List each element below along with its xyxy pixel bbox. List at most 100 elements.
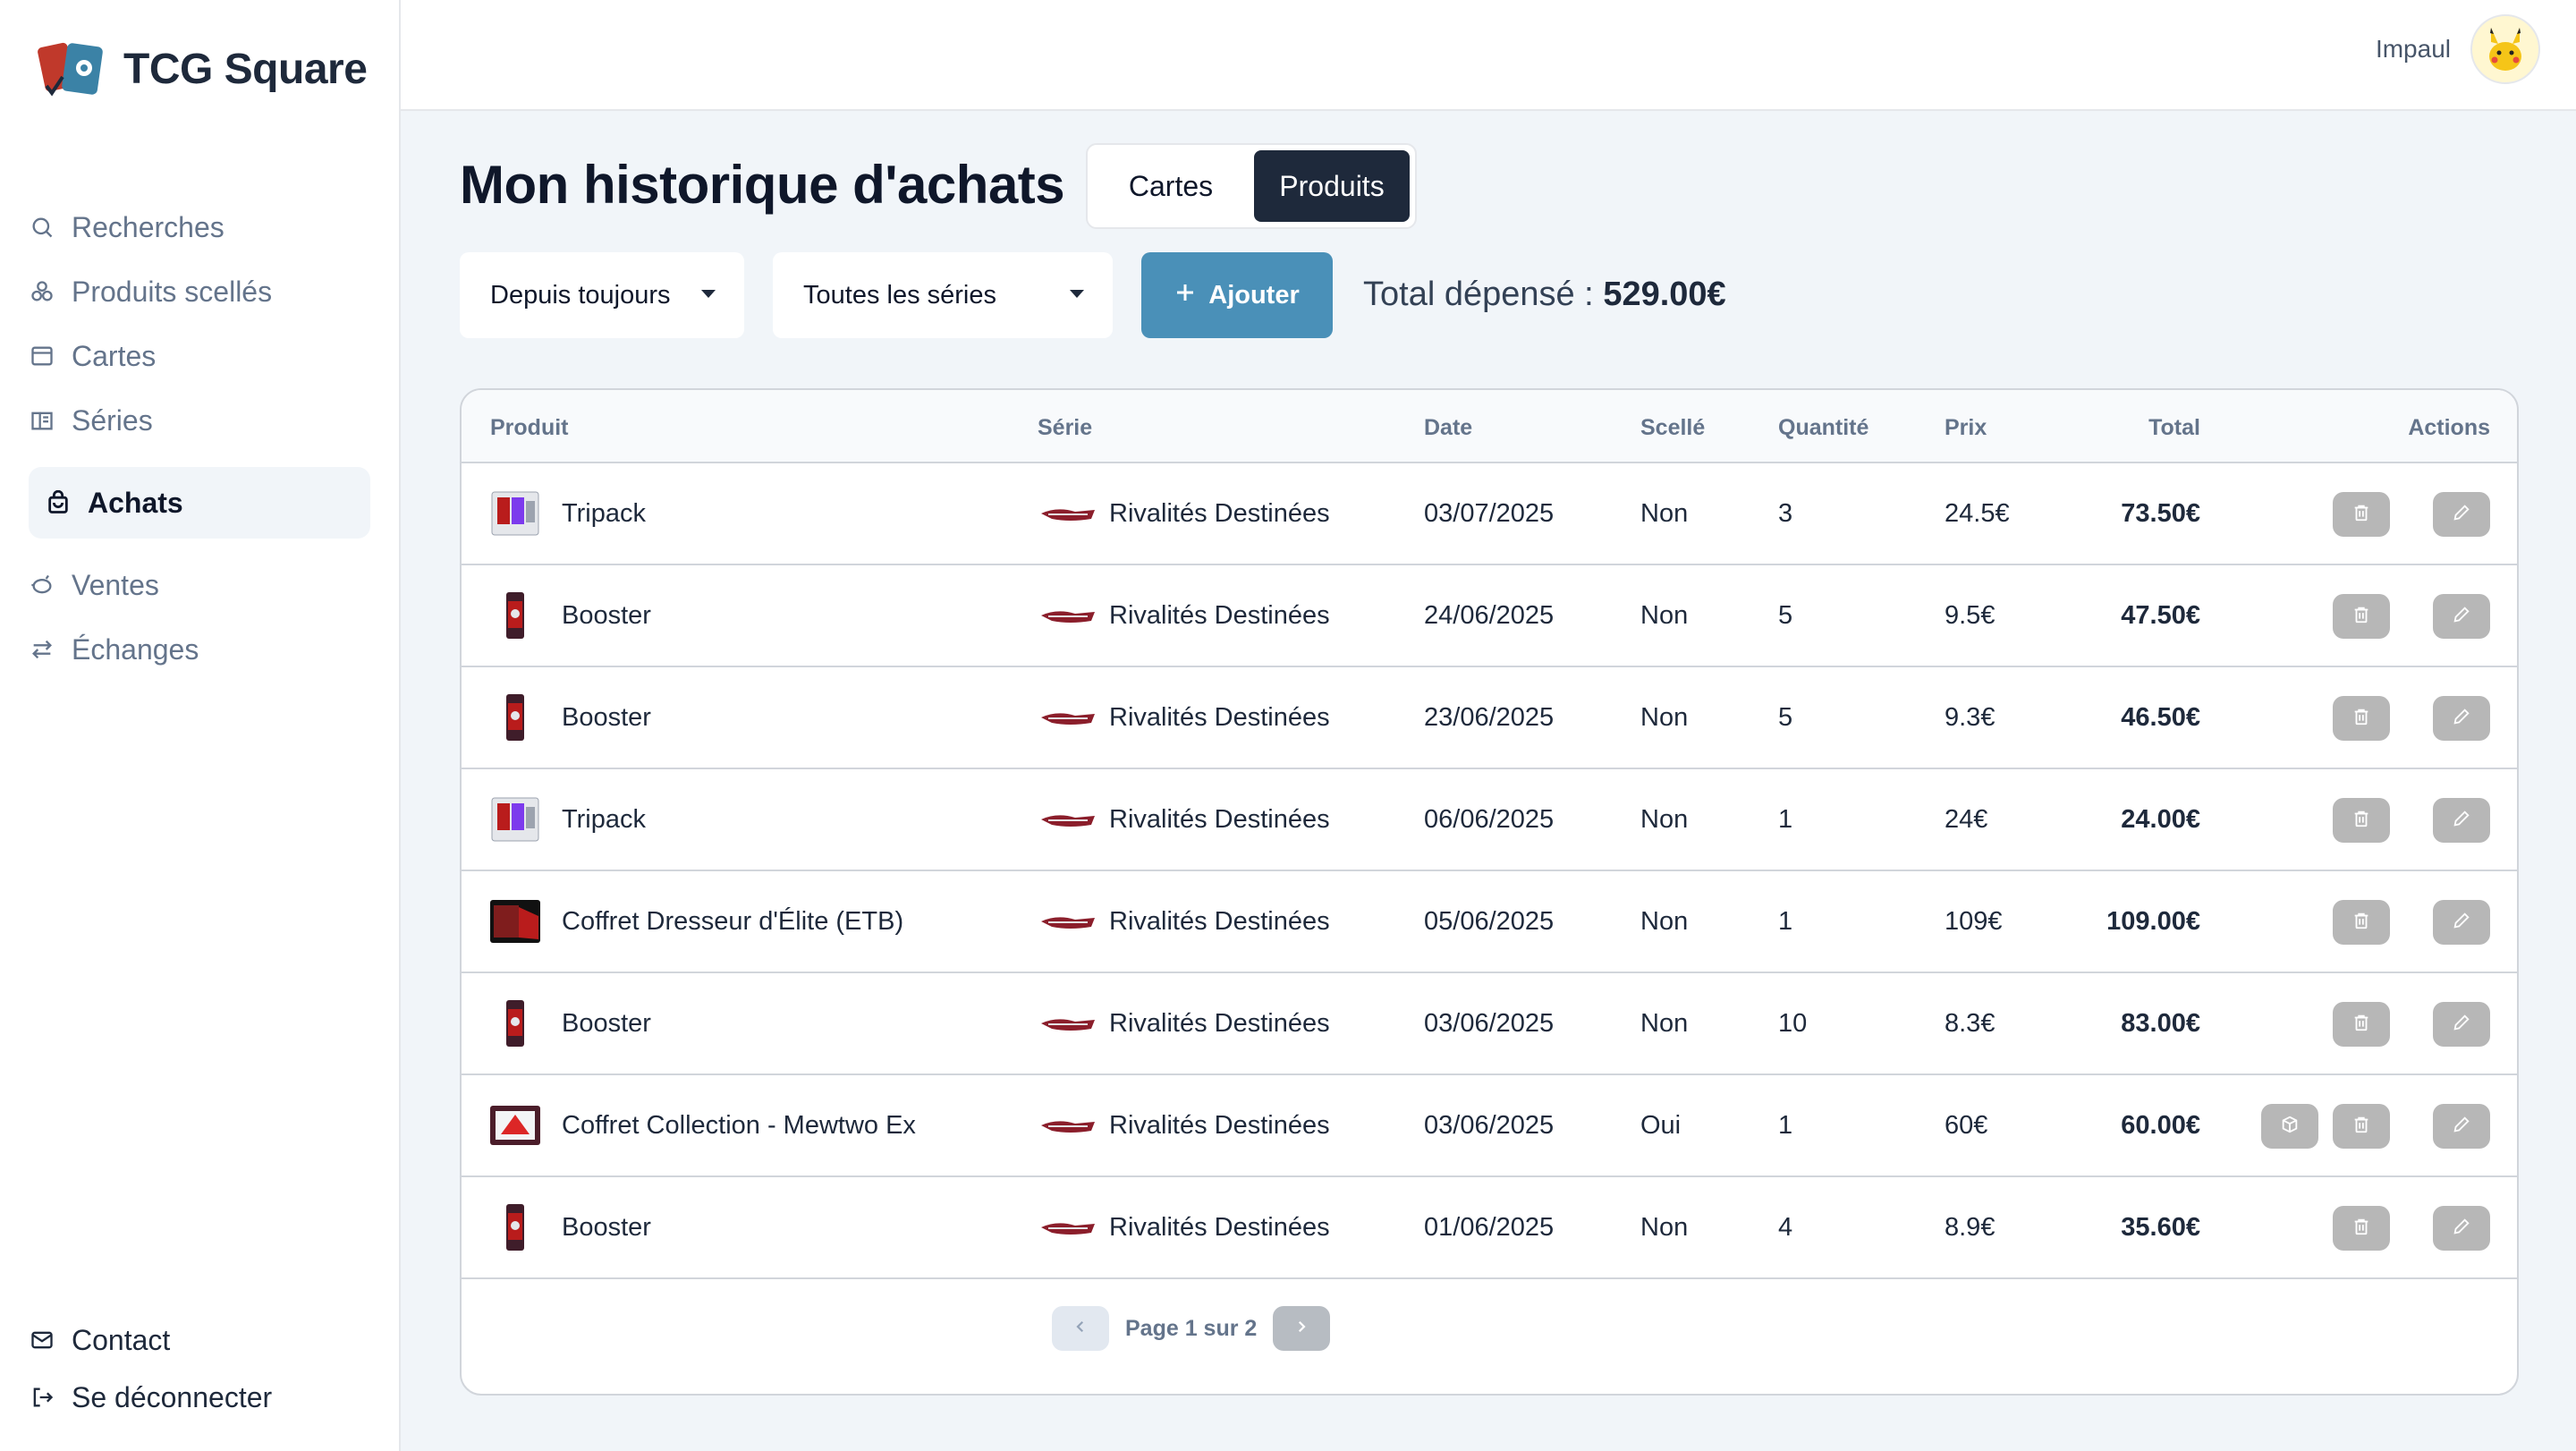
cell-series: Rivalités Destinées: [1109, 907, 1330, 936]
prev-page-button[interactable]: [1052, 1306, 1109, 1351]
cell-total: 60.00€: [2121, 1111, 2200, 1140]
cell-total: 46.50€: [2121, 703, 2200, 732]
trash-icon: [2351, 605, 2371, 629]
table-row: Booster Rivalités Destinées 01/06/2025 N…: [462, 1177, 2517, 1279]
cell-price: 109€: [1945, 907, 2003, 936]
cell-product: Booster: [562, 703, 651, 732]
delete-button[interactable]: [2333, 696, 2390, 741]
view-toggle: Cartes Produits: [1086, 143, 1417, 229]
cell-date: 06/06/2025: [1424, 805, 1555, 834]
cell-product: Booster: [562, 601, 651, 630]
sidebar-item-ventes[interactable]: Ventes: [29, 553, 370, 617]
column-header-serie: Série: [1038, 415, 1093, 440]
edit-button[interactable]: [2433, 1206, 2490, 1251]
logout-icon: [29, 1384, 55, 1411]
pencil-icon: [2452, 1217, 2471, 1241]
edit-button[interactable]: [2433, 900, 2490, 945]
series-logo-icon: [1039, 1218, 1097, 1238]
trash-icon: [2351, 911, 2371, 935]
column-header-produit: Produit: [490, 415, 569, 440]
table-row: Tripack Rivalités Destinées 03/07/2025 N…: [462, 463, 2517, 565]
sidebar-item-label: Achats: [88, 486, 183, 519]
column-header-date: Date: [1424, 415, 1473, 440]
next-page-button[interactable]: [1273, 1306, 1331, 1351]
cell-date: 23/06/2025: [1424, 703, 1555, 732]
total-spent-label: Total dépensé :: [1363, 276, 1594, 313]
cell-date: 24/06/2025: [1424, 601, 1555, 630]
cell-quantity: 3: [1778, 499, 1793, 528]
sidebar-item-label: Ventes: [72, 568, 159, 601]
avatar[interactable]: [2470, 14, 2540, 84]
add-purchase-button[interactable]: Ajouter: [1141, 252, 1333, 338]
delete-button[interactable]: [2333, 594, 2390, 639]
table-row: Coffret Dresseur d'Élite (ETB) Rivalités…: [462, 871, 2517, 973]
pagination: Page 1 sur 2: [1052, 1306, 1331, 1351]
column-header-quantite: Quantité: [1778, 415, 1869, 440]
edit-button[interactable]: [2433, 594, 2490, 639]
delete-button[interactable]: [2333, 1104, 2390, 1149]
sidebar-item-echanges[interactable]: Échanges: [29, 617, 370, 682]
series-select[interactable]: Toutes les séries: [773, 252, 1113, 338]
product-thumbnail: [488, 1201, 542, 1254]
open-product-button[interactable]: [2261, 1104, 2318, 1149]
edit-button[interactable]: [2433, 1104, 2490, 1149]
pencil-icon: [2452, 503, 2471, 527]
cell-quantity: 5: [1778, 601, 1793, 630]
card-icon: [29, 343, 55, 369]
sidebar-item-cartes[interactable]: Cartes: [29, 324, 370, 388]
package-icon: [2280, 1115, 2300, 1139]
cell-total: 83.00€: [2121, 1009, 2200, 1038]
chevron-left-icon: [1072, 1319, 1089, 1339]
column-header-actions: Actions: [2408, 415, 2490, 440]
table-body: Tripack Rivalités Destinées 03/07/2025 N…: [462, 463, 2517, 1279]
cell-quantity: 10: [1778, 1009, 1808, 1038]
delete-button[interactable]: [2333, 900, 2390, 945]
cell-series: Rivalités Destinées: [1109, 601, 1330, 630]
series-select-value: Toutes les séries: [803, 280, 996, 310]
cell-price: 8.3€: [1945, 1009, 1996, 1038]
sidebar-item-series[interactable]: Séries: [29, 388, 370, 453]
sidebar-item-recherches[interactable]: Recherches: [29, 195, 370, 259]
cell-sealed: Non: [1640, 805, 1689, 834]
sidebar-item-achats[interactable]: Achats: [29, 467, 370, 539]
period-select[interactable]: Depuis toujours: [460, 252, 744, 338]
delete-button[interactable]: [2333, 1206, 2390, 1251]
cell-total: 109.00€: [2106, 907, 2200, 936]
page-indicator: Page 1 sur 2: [1125, 1315, 1258, 1341]
edit-button[interactable]: [2433, 798, 2490, 843]
series-logo-icon: [1039, 505, 1097, 524]
sidebar-item-contact[interactable]: Contact: [29, 1311, 370, 1369]
mail-icon: [29, 1327, 55, 1353]
user-name: Impaul: [2375, 35, 2451, 63]
delete-button[interactable]: [2333, 798, 2390, 843]
cell-price: 9.3€: [1945, 703, 1996, 732]
delete-button[interactable]: [2333, 1002, 2390, 1047]
cell-date: 03/07/2025: [1424, 499, 1555, 528]
delete-button[interactable]: [2333, 492, 2390, 537]
tab-cartes[interactable]: Cartes: [1093, 150, 1249, 222]
edit-button[interactable]: [2433, 1002, 2490, 1047]
cell-price: 24€: [1945, 805, 1988, 834]
cell-product: Tripack: [562, 499, 646, 528]
sidebar-item-logout[interactable]: Se déconnecter: [29, 1369, 370, 1426]
table-header: Produit Série Date Scellé Quantité Prix …: [462, 390, 2517, 463]
series-logo-icon: [1039, 1014, 1097, 1034]
table-row: Booster Rivalités Destinées 03/06/2025 N…: [462, 973, 2517, 1075]
cell-sealed: Non: [1640, 601, 1689, 630]
edit-button[interactable]: [2433, 492, 2490, 537]
cell-date: 03/06/2025: [1424, 1009, 1555, 1038]
cell-product: Coffret Collection - Mewtwo Ex: [562, 1111, 916, 1140]
cell-total: 47.50€: [2121, 601, 2200, 630]
series-logo-icon: [1039, 607, 1097, 626]
sidebar-item-produits-scelles[interactable]: Produits scellés: [29, 259, 370, 324]
plus-icon: [1174, 281, 1196, 310]
sidebar-nav: Recherches Produits scellés Cartes Série…: [29, 195, 370, 682]
user-menu[interactable]: Impaul: [2376, 14, 2540, 84]
tab-produits[interactable]: Produits: [1254, 150, 1410, 222]
trash-icon: [2351, 503, 2371, 527]
series-logo-icon: [1039, 1116, 1097, 1136]
app-logo[interactable]: TCG Square: [38, 38, 368, 100]
cell-price: 8.9€: [1945, 1213, 1996, 1242]
cell-total: 35.60€: [2121, 1213, 2200, 1242]
edit-button[interactable]: [2433, 696, 2490, 741]
